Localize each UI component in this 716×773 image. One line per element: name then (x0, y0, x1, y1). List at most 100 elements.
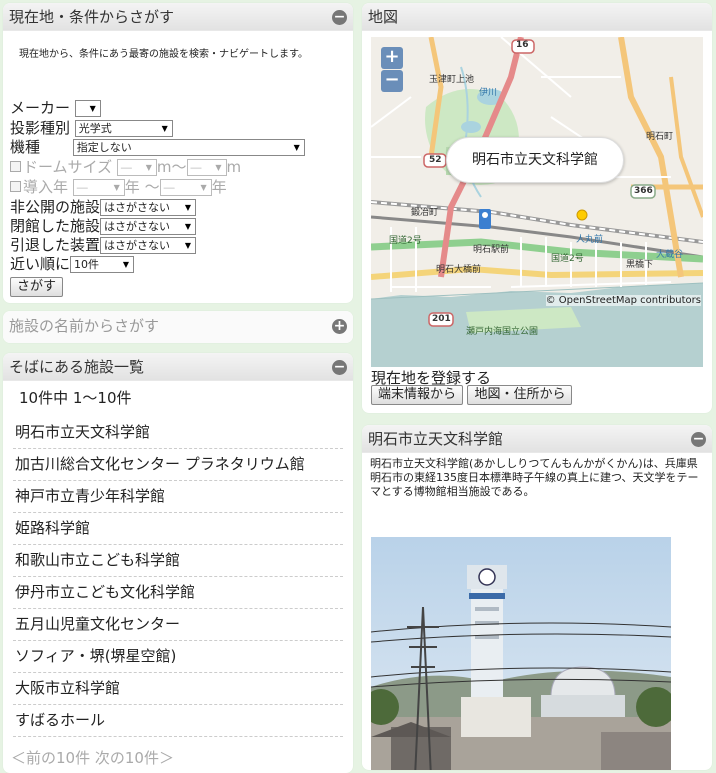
private-label: 非公開の施設 (10, 198, 101, 216)
search-panel-header[interactable]: 現在地・条件からさがす − (3, 3, 353, 31)
collapse-icon[interactable]: − (332, 360, 347, 375)
projection-label: 投影種別 (10, 119, 71, 137)
route-201-label: 201 (432, 314, 451, 324)
maker-label: メーカー (10, 99, 71, 117)
register-buttons: 端末情報から 地図・住所から (371, 385, 573, 405)
model-row: 機種 指定しない ▼ (10, 138, 305, 157)
map-label: 黒橋下 (626, 260, 654, 270)
map-label: 瀬戸内海国立公園 (466, 327, 539, 337)
list-item[interactable]: 姫路科学館 (13, 513, 343, 545)
map-title: 地図 (368, 8, 399, 26)
closed-select[interactable]: はさがさない ▼ (100, 218, 197, 235)
map-label: 玉津町上池 (429, 75, 475, 85)
search-button[interactable]: さがす (10, 277, 64, 297)
name-search-header[interactable]: 施設の名前からさがす + (3, 311, 353, 343)
map-label: 伊川 (479, 88, 498, 98)
dome-checkbox[interactable] (10, 160, 21, 172)
map-label: 明石駅前 (473, 245, 510, 255)
zoom-out-button[interactable]: − (381, 70, 403, 92)
map-label: 鍛冶町 (411, 208, 439, 218)
dropdown-arrow-icon: ▼ (215, 163, 222, 172)
map-panel: 地図 16 52 366 201 玉津町上池 伊川 明石町 鍛冶町 国道2号 明… (362, 3, 712, 413)
search-description: 現在地から、条件にあう最寄の施設を検索・ナビゲートします。 (19, 49, 308, 60)
dropdown-arrow-icon: ▼ (200, 183, 207, 192)
year-to-select[interactable]: ― ▼ (159, 179, 212, 196)
list-item[interactable]: 和歌山市立こども科学館 (13, 545, 343, 577)
dropdown-arrow-icon: ▼ (184, 203, 192, 212)
collapse-icon[interactable]: − (332, 10, 347, 25)
list-item[interactable]: 五月山児童文化センター (13, 609, 343, 641)
nearest-label: 近い順に (10, 255, 71, 273)
private-select[interactable]: はさがさない ▼ (100, 199, 197, 216)
dome-to-select[interactable]: ― ▼ (186, 159, 227, 176)
list-item[interactable]: 伊丹市立こども文化科学館 (13, 577, 343, 609)
list-item[interactable]: 加古川総合文化センター プラネタリウム館 (13, 449, 343, 481)
dropdown-arrow-icon: ▼ (184, 222, 192, 231)
model-label: 機種 (10, 138, 41, 156)
maker-select[interactable]: ▼ (74, 100, 101, 117)
dropdown-arrow-icon: ▼ (89, 104, 96, 113)
search-panel: 現在地・条件からさがす − 現在地から、条件にあう最寄の施設を検索・ナビゲートし… (3, 3, 353, 303)
pager[interactable]: ＜前の10件 次の10件＞ (11, 747, 174, 768)
collapse-icon[interactable]: − (691, 432, 706, 447)
route-52-label: 52 (429, 155, 442, 165)
retired-select[interactable]: はさがさない ▼ (100, 237, 197, 254)
route-16-label: 16 (516, 40, 529, 50)
list-item[interactable]: 神戸市立青少年科学館 (13, 481, 343, 513)
device-info-button[interactable]: 端末情報から (371, 385, 464, 405)
map-label: 国道2号 (551, 254, 584, 264)
dome-row: ドームサイズ ― ▼ m〜 ― ▼ m (10, 158, 241, 177)
route-366-label: 366 (634, 186, 653, 196)
zoom-in-button[interactable]: + (381, 47, 403, 69)
map-attribution[interactable]: © OpenStreetMap contributors (545, 295, 701, 306)
nearby-list-panel: そばにある施設一覧 − 10件中 1〜10件 明石市立天文科学館 加古川総合文化… (3, 353, 353, 773)
retired-row: 引退した装置 はさがさない ▼ (10, 236, 197, 255)
map-label: 明石町 (646, 132, 674, 142)
nearest-row: 近い順に 10件 ▼ (10, 255, 135, 274)
projection-select[interactable]: 光学式 ▼ (74, 120, 173, 137)
year-from-select[interactable]: ― ▼ (72, 179, 125, 196)
map-header: 地図 (362, 3, 712, 31)
map-label: 人丸前 (576, 235, 604, 245)
nearby-list-header[interactable]: そばにある施設一覧 − (3, 353, 353, 381)
facility-list: 明石市立天文科学館 加古川総合文化センター プラネタリウム館 神戸市立青少年科学… (13, 417, 343, 737)
closed-row: 閉館した施設 はさがさない ▼ (10, 217, 197, 236)
map-popup[interactable]: 明石市立天文科学館 (446, 137, 624, 183)
dropdown-arrow-icon: ▼ (122, 260, 130, 269)
facility-info-panel: 明石市立天文科学館 − 明石市立天文科学館(あかししりつてんもんかがくかん)は、… (362, 425, 712, 770)
observatory-photo-image (371, 537, 671, 770)
name-search-panel: 施設の名前からさがす + (3, 311, 353, 343)
dome-from-select[interactable]: ― ▼ (116, 159, 157, 176)
private-row: 非公開の施設 はさがさない ▼ (10, 198, 197, 217)
year-row: 導入年 ― ▼ 年 〜 ― ▼ 年 (10, 178, 227, 197)
dropdown-arrow-icon: ▼ (161, 124, 168, 133)
map-label: 明石大橋前 (436, 265, 482, 275)
name-search-title: 施設の名前からさがす (9, 317, 160, 335)
result-count: 10件中 1〜10件 (19, 389, 132, 407)
search-panel-title: 現在地・条件からさがす (9, 8, 175, 26)
facility-info-title: 明石市立天文科学館 (368, 430, 504, 448)
dropdown-arrow-icon: ▼ (184, 241, 192, 250)
list-item[interactable]: 大阪市立科学館 (13, 673, 343, 705)
expand-icon[interactable]: + (332, 319, 347, 334)
list-item[interactable]: ソフィア・堺(堺星空館) (13, 641, 343, 673)
search-button-row: さがす (10, 276, 64, 297)
map-address-button[interactable]: 地図・住所から (467, 385, 573, 405)
nearest-select[interactable]: 10件 ▼ (70, 256, 135, 273)
map-label: 大蔵谷 (656, 250, 684, 260)
map-label: 国道2号 (389, 236, 422, 246)
facility-photo (371, 537, 671, 770)
projection-row: 投影種別 光学式 ▼ (10, 119, 173, 138)
year-label: 導入年 (23, 178, 69, 196)
list-item[interactable]: すばるホール (13, 705, 343, 737)
list-item[interactable]: 明石市立天文科学館 (13, 417, 343, 449)
retired-label: 引退した装置 (10, 236, 101, 254)
map-view[interactable]: 16 52 366 201 玉津町上池 伊川 明石町 鍛冶町 国道2号 明石駅前… (371, 37, 703, 367)
facility-info-header[interactable]: 明石市立天文科学館 − (362, 425, 712, 453)
dropdown-arrow-icon: ▼ (293, 143, 300, 152)
dropdown-arrow-icon: ▼ (145, 163, 152, 172)
year-checkbox[interactable] (10, 180, 21, 192)
dropdown-arrow-icon: ▼ (113, 183, 120, 192)
nearby-list-title: そばにある施設一覧 (9, 358, 145, 376)
model-select[interactable]: 指定しない ▼ (72, 139, 305, 156)
